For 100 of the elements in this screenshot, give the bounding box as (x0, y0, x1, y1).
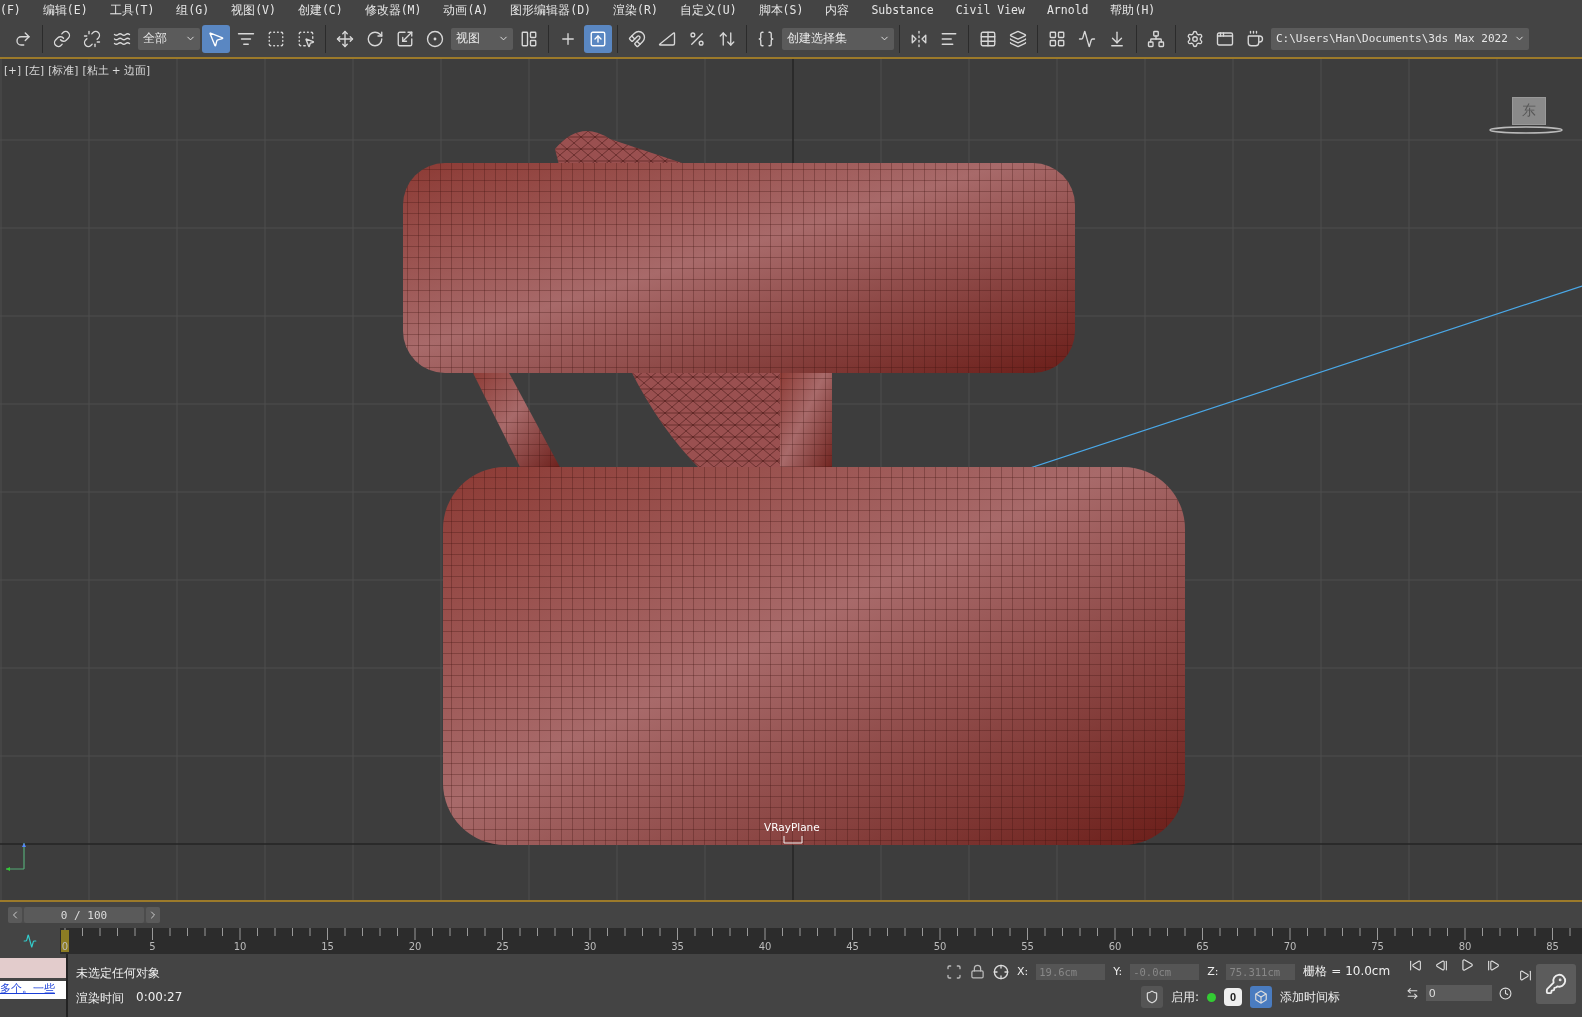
menu-item[interactable]: 组(G) (168, 2, 224, 18)
menu-item[interactable]: 修改器(M) (356, 2, 436, 18)
isolate-icon[interactable] (946, 963, 962, 980)
menu-item[interactable]: 动画(A) (435, 2, 503, 18)
viewport-label[interactable]: [左] (25, 64, 45, 78)
cube-icon (1254, 990, 1269, 1004)
step-forward-icon (1486, 958, 1500, 972)
shield-button[interactable] (1141, 986, 1163, 1008)
menu-item[interactable]: Arnold (1038, 3, 1103, 17)
frame-number: 85 (1546, 941, 1559, 952)
redo-icon (14, 29, 32, 48)
viewport-label[interactable]: [粘土 + 边面] (82, 64, 151, 78)
frame-number: 10 (233, 941, 247, 952)
rectangle-selection-icon (267, 29, 285, 48)
braces-icon (757, 29, 775, 48)
menu-item[interactable]: 帮助(H) (1102, 2, 1170, 18)
menu-item[interactable]: 图形编辑器(D) (502, 2, 606, 18)
window-crossing-icon (297, 29, 315, 48)
download-arrow-icon (1108, 29, 1126, 48)
x-label: X: (1017, 965, 1029, 978)
grid-size-text: 栅格 = 10.0cm (1303, 963, 1391, 980)
menu-item[interactable]: (F) (0, 3, 35, 17)
menu-item[interactable]: 工具(T) (101, 2, 169, 18)
arrow-up-square-icon (589, 29, 607, 48)
table-icon (979, 29, 997, 48)
select-button[interactable] (202, 24, 230, 53)
frame-number: 60 (1108, 941, 1122, 952)
frame-number: 5 (149, 941, 156, 952)
selection-status: 未选定任何对象 (76, 964, 161, 982)
magnet-icon (628, 29, 646, 48)
dropdown[interactable]: 视图 (451, 27, 513, 50)
set-key-button[interactable] (1536, 964, 1576, 1004)
curve-icon (23, 934, 37, 948)
script-output-text[interactable]: 多个。一些 (0, 981, 66, 999)
menu-item[interactable]: 编辑(E) (34, 2, 102, 18)
current-frame-field[interactable]: 0 (1425, 985, 1493, 1001)
menu-item[interactable]: 视图(V) (223, 2, 290, 18)
track-bar[interactable]: 0 5 10 15 20 25 30 35 40 45 50 55 60 65 70 75 80 85 (0, 928, 1582, 954)
frame-number: 40 (758, 941, 772, 952)
unlink-icon (83, 29, 101, 48)
grid-icon (1048, 29, 1066, 48)
y-label: Y: (1113, 965, 1123, 978)
left-right-arrow-icon (1406, 986, 1420, 1000)
frame-number: 75 (1371, 941, 1384, 952)
frame-number: 30 (583, 941, 597, 952)
time-tag-button[interactable] (1250, 986, 1273, 1008)
frame-counter: 0 / 100 (24, 907, 144, 923)
frame-number: 80 (1458, 941, 1472, 952)
frame-number: 55 (1021, 941, 1034, 952)
skip-back-icon (1408, 958, 1422, 972)
lock-icon[interactable] (970, 964, 985, 979)
rotate-icon (366, 29, 384, 48)
frame-number: 35 (671, 941, 684, 952)
scale-icon (396, 29, 414, 48)
menu-item[interactable]: 自定义(U) (671, 2, 751, 18)
dropdown[interactable]: C:\Users\Han\Documents\3ds Max 2022 (1271, 27, 1529, 50)
angle-icon (658, 29, 676, 48)
render-time-label: 渲染时间 (76, 989, 124, 1007)
menu-item[interactable]: 内容 (817, 2, 864, 18)
cup-icon (1246, 29, 1264, 48)
viewport-label[interactable]: [+] (4, 64, 21, 78)
select-icon (207, 29, 225, 48)
frame-number: 65 (1196, 941, 1209, 952)
render-time-value: 0:00:27 (136, 989, 183, 1006)
menu-item[interactable]: 脚本(S) (750, 2, 818, 18)
window-icon (1216, 29, 1234, 48)
gear-icon (1186, 29, 1204, 48)
frame-number: 45 (846, 941, 859, 952)
link-icon (53, 29, 71, 48)
menu-item[interactable]: Civil View (947, 3, 1039, 17)
spinner-snap-icon (718, 29, 736, 48)
object-label: VRayPlane (764, 821, 820, 833)
layers-icon (1009, 29, 1027, 48)
move-icon (336, 29, 354, 48)
frame-marker-icon[interactable] (61, 930, 69, 952)
viewcube-ring-icon[interactable] (1488, 125, 1564, 135)
menu-item[interactable]: 渲染(R) (605, 2, 672, 18)
frame-number: 50 (933, 941, 947, 952)
arrow-up-square-button[interactable] (584, 24, 612, 53)
frame-number: 70 (1283, 941, 1297, 952)
frame-number: 0 (61, 941, 69, 952)
menu-item[interactable]: 创建(C) (289, 2, 357, 18)
adaptive-degradation-button[interactable]: 0 (1224, 988, 1243, 1006)
network-icon (1147, 29, 1165, 48)
script-listener-field[interactable] (0, 958, 66, 978)
dropdown[interactable]: 创建选择集 (782, 27, 894, 50)
viewport-label[interactable]: [标准] (48, 64, 79, 78)
time-tag-text[interactable]: 添加时间标 (1280, 988, 1341, 1006)
play-icon (1460, 958, 1474, 972)
pivot-icon (520, 29, 538, 48)
mirror-icon (910, 29, 928, 48)
shield-icon (1145, 990, 1159, 1004)
clock-icon (1498, 986, 1512, 1000)
frame-number: 25 (496, 941, 509, 952)
skip-forward-icon (1518, 968, 1532, 982)
key-icon (1545, 973, 1567, 995)
dropdown[interactable]: 全部 (138, 27, 200, 50)
transform-mode-icon[interactable] (993, 963, 1009, 980)
menu-item[interactable]: Substance (863, 3, 948, 17)
percent-icon (688, 29, 706, 48)
